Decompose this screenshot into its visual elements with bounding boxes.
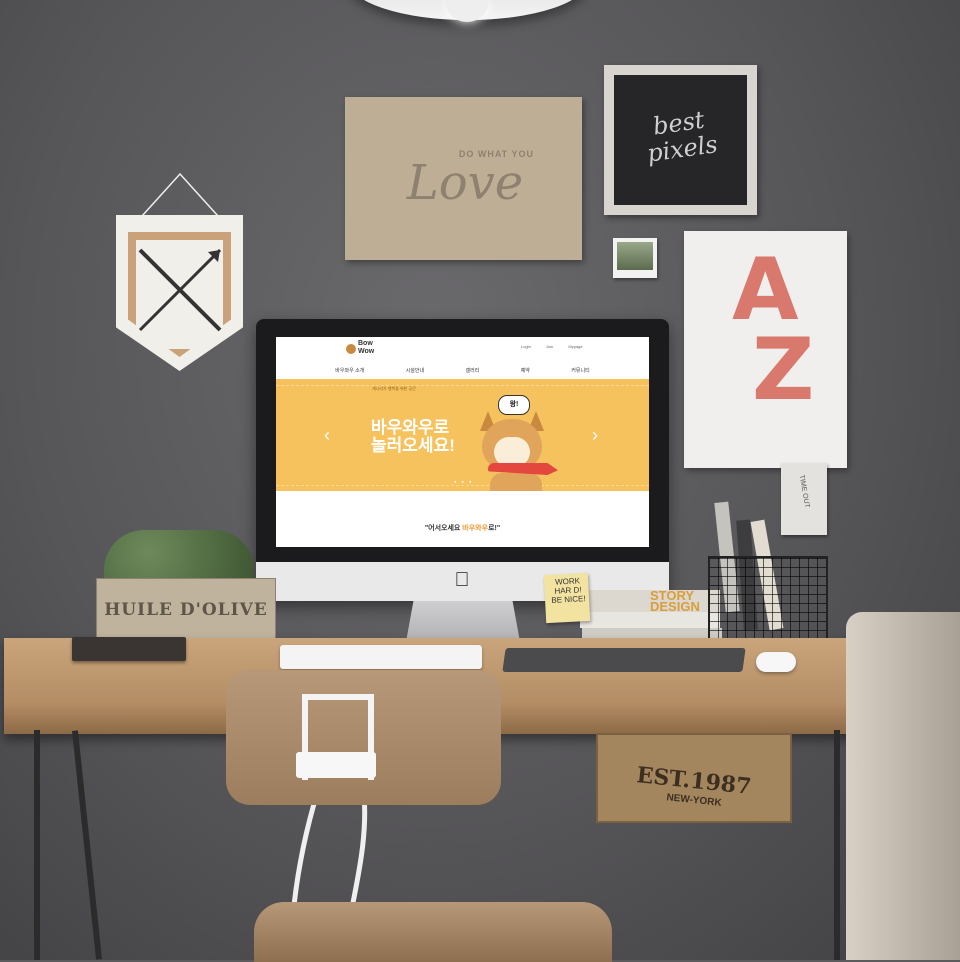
mouse[interactable] (756, 652, 796, 672)
pennant-string (141, 172, 219, 217)
hero-title-line1: 바우와우로 (371, 418, 450, 437)
arrow-pencil-icon (138, 248, 222, 332)
apple-logo-icon:  (450, 568, 474, 592)
chair-seat (254, 902, 612, 962)
book-title: STORY DESIGN (650, 589, 700, 614)
nav-item-community[interactable]: 커뮤니티 (571, 367, 589, 374)
join-link[interactable]: Join (546, 344, 553, 349)
love-board: DO WHAT YOU Love (345, 97, 582, 260)
keyboard[interactable] (280, 645, 482, 669)
welcome-prefix: "어서오세요 (424, 525, 463, 532)
desk-leg (34, 730, 40, 960)
utility-links: Login Join Mypage (521, 344, 597, 349)
hero-dashed-top (276, 385, 649, 386)
welcome-highlight: 바우와우 (462, 525, 489, 532)
sticky-note-text: WORK HAR D! BE NICE! (546, 576, 589, 605)
logo-line1: Bow (358, 340, 373, 347)
desk-leg (834, 730, 840, 960)
mypage-link[interactable]: Mypage (568, 344, 582, 349)
site-logo[interactable]: Bow Wow (358, 340, 374, 356)
welcome-heading: "어서오세요 바우와우로!" (276, 523, 649, 533)
chevron-right-icon[interactable]: › (592, 425, 598, 446)
nav-item-reservation[interactable]: 예약 (521, 367, 530, 374)
nav-item-gallery[interactable]: 갤러리 (465, 367, 479, 374)
main-nav: 바우와우 소개 시설안내 갤러리 예약 커뮤니티 (276, 367, 649, 374)
nav-item-about[interactable]: 바우와우 소개 (335, 367, 364, 374)
wire-basket (708, 556, 828, 650)
login-link[interactable]: Login (521, 344, 531, 349)
polaroid-photo (617, 242, 653, 270)
chevron-left-icon[interactable]: ‹ (324, 425, 330, 446)
olive-box-text: HUILE D'OLIVE (104, 600, 268, 620)
mascot-body (490, 473, 542, 491)
drawing-tablet (502, 648, 746, 672)
hero-title: 바우와우로 놀러오세요! (371, 419, 461, 455)
chair-handle-bar (296, 752, 376, 778)
poster-letter-z: Z (752, 320, 815, 420)
website-screen: Bow Wow Login Join Mypage 바우와우 소개 시설안내 갤… (276, 337, 649, 547)
book-middle (580, 612, 720, 628)
dog-mascot-icon (346, 344, 356, 354)
welcome-suffix: 로!" (488, 525, 501, 532)
speech-bubble: 왕! (498, 395, 530, 415)
book-title-line2: DESIGN (650, 599, 700, 614)
love-board-big-text: Love (406, 155, 524, 211)
slider-pagination[interactable]: ● ● ● (454, 479, 473, 484)
mascot-face (494, 437, 530, 467)
logo-line2: Wow (358, 348, 375, 355)
hero-dashed-bottom (276, 485, 649, 486)
hero-subtitle: 개나리가 행복을 위한 공간 (372, 386, 416, 391)
notebook (72, 637, 186, 661)
side-chair (846, 612, 960, 960)
hero-title-line2: 놀러오세요! (371, 436, 455, 455)
nav-item-facilities[interactable]: 시설안내 (406, 367, 424, 374)
